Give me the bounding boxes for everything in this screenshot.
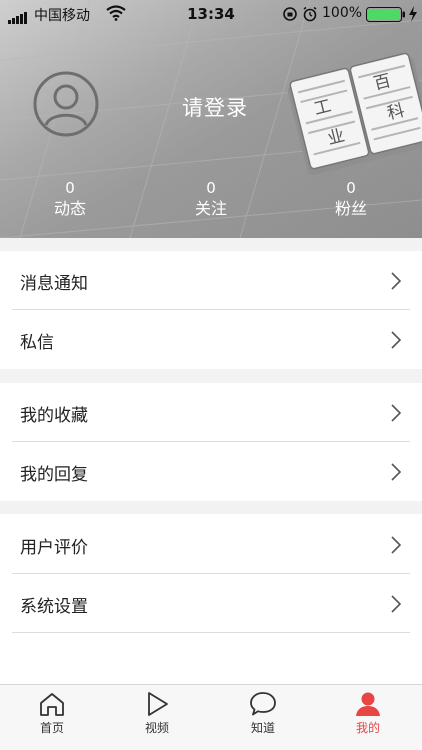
tab-home[interactable]: 首页 [12,691,92,736]
stat-posts-count: 0 [65,179,75,197]
menu-group-personal: 我的收藏 我的回复 [0,383,422,501]
menu-item-replies[interactable]: 我的回复 [0,442,422,501]
alarm-icon [303,6,317,22]
chevron-right-icon [391,536,402,554]
stat-following-label: 关注 [194,199,227,218]
profile-header: 请登录 工 业 百 科 0 动态 0 关注 0 粉丝 [0,0,422,238]
tab-mine-label: 我的 [355,721,380,735]
tab-video[interactable]: 视频 [117,691,197,736]
home-icon [40,693,64,716]
tab-knowledge[interactable]: 知道 [223,691,303,736]
tab-video-label: 视频 [144,721,169,735]
bottom-tab-bar: 首页 视频 知道 我的 [0,684,422,750]
login-prompt[interactable]: 请登录 [150,92,280,122]
chevron-right-icon [391,331,402,349]
profile-stats: 0 动态 0 关注 0 粉丝 [0,178,422,228]
stat-posts-label: 动态 [53,199,86,218]
tab-mine[interactable]: 我的 [328,691,408,736]
default-avatar-icon [33,71,99,137]
person-icon [356,692,380,716]
menu-item-label: 消息通知 [20,274,88,294]
stat-fans-label: 粉丝 [334,199,367,218]
status-bar: 中国移动 13:34 100% [0,0,422,28]
menu-item-private-messages[interactable]: 私信 [0,310,422,369]
menu-item-label: 我的回复 [20,465,88,485]
chevron-right-icon [391,595,402,613]
menu-group-notifications: 消息通知 私信 [0,251,422,369]
rotation-lock-icon [283,7,297,21]
avatar[interactable] [32,70,100,138]
menu-item-label: 用户评价 [20,538,88,558]
stat-following-count: 0 [206,179,216,197]
stat-fans-count: 0 [346,179,356,197]
charging-bolt-icon [409,6,417,22]
menu-item-favorites[interactable]: 我的收藏 [0,383,422,442]
profile-screen: 请登录 工 业 百 科 0 动态 0 关注 0 粉丝 中国移动 13:34 10… [0,0,422,750]
encyclopedia-book-icon: 工 业 百 科 [287,52,422,175]
stat-fans[interactable]: 0 粉丝 [311,178,391,220]
stat-following[interactable]: 0 关注 [171,178,251,220]
menu-item-notifications[interactable]: 消息通知 [0,251,422,310]
menu-item-label: 私信 [20,333,54,353]
chevron-right-icon [391,272,402,290]
menu-item-label: 系统设置 [20,597,88,617]
tab-home-label: 首页 [39,721,64,735]
stat-posts[interactable]: 0 动态 [30,178,110,220]
menu-item-label: 我的收藏 [20,406,88,426]
chevron-right-icon [391,463,402,481]
menu-group-settings: 用户评价 系统设置 [0,515,422,633]
battery-icon [366,7,405,22]
play-icon [148,692,168,716]
tab-knowledge-label: 知道 [250,721,275,735]
chat-bubble-icon [250,692,276,716]
menu-item-user-reviews[interactable]: 用户评价 [0,515,422,574]
chevron-right-icon [391,404,402,422]
battery-percent: 100% [322,5,363,21]
menu-item-system-settings[interactable]: 系统设置 [0,574,422,633]
